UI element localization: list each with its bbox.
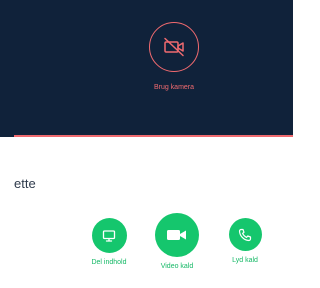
use-camera-button[interactable] bbox=[149, 22, 199, 72]
audio-call-label: Lyd kald bbox=[232, 257, 258, 264]
audio-call-button[interactable]: Lyd kald bbox=[205, 218, 285, 264]
video-off-icon bbox=[164, 37, 184, 57]
video-preview: Brug kamera bbox=[0, 0, 293, 137]
video-call-circle[interactable] bbox=[155, 213, 199, 257]
phone-icon bbox=[238, 228, 252, 241]
use-camera-label: Brug kamera bbox=[153, 84, 195, 91]
video-bottom-divider bbox=[14, 135, 293, 137]
call-screen: Brug kamera ette Del indhold Video kald bbox=[0, 0, 293, 288]
audio-call-circle[interactable] bbox=[228, 218, 262, 251]
share-content-circle[interactable] bbox=[91, 218, 127, 253]
video-camera-icon bbox=[167, 230, 186, 240]
contact-name: ette bbox=[14, 176, 36, 191]
video-call-label: Video kald bbox=[160, 263, 194, 270]
share-content-label: Del indhold bbox=[91, 259, 127, 266]
monitor-icon bbox=[102, 229, 116, 242]
